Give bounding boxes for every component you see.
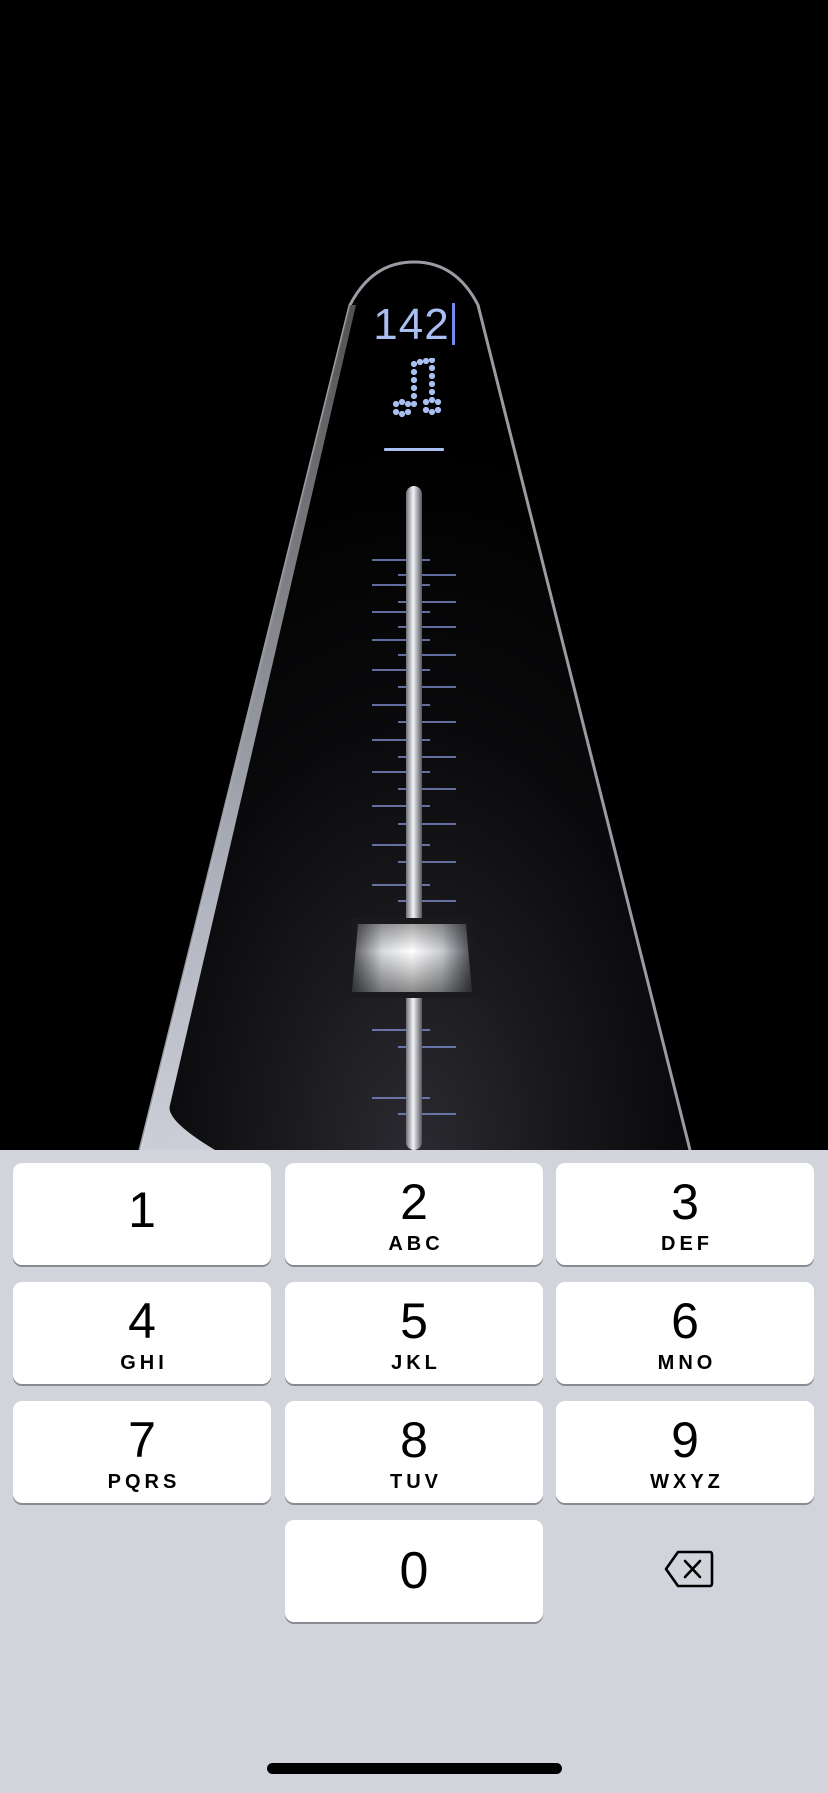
key-4[interactable]: 4 GHI bbox=[13, 1282, 271, 1384]
key-letters: ABC bbox=[388, 1233, 444, 1255]
key-9[interactable]: 9 WXYZ bbox=[556, 1401, 814, 1503]
key-8[interactable]: 8 TUV bbox=[285, 1401, 543, 1503]
tempo-field[interactable]: 142 bbox=[0, 298, 828, 352]
metronome-graphic bbox=[138, 260, 692, 1150]
number-keypad: 1 2 ABC 3 DEF 4 GHI 5 JKL 6 MNO 7 PQRS 8… bbox=[0, 1150, 828, 1793]
key-digit: 3 bbox=[671, 1174, 699, 1230]
key-3[interactable]: 3 DEF bbox=[556, 1163, 814, 1265]
backspace-icon bbox=[664, 1550, 714, 1588]
home-indicator[interactable] bbox=[267, 1763, 562, 1774]
key-6[interactable]: 6 MNO bbox=[556, 1282, 814, 1384]
key-5[interactable]: 5 JKL bbox=[285, 1282, 543, 1384]
key-0[interactable]: 0 bbox=[285, 1520, 543, 1622]
key-digit: 0 bbox=[399, 1542, 429, 1600]
key-1[interactable]: 1 bbox=[13, 1163, 271, 1265]
key-digit: 4 bbox=[128, 1293, 156, 1349]
key-digit: 6 bbox=[671, 1293, 699, 1349]
key-digit: 9 bbox=[671, 1412, 699, 1468]
key-letters: PQRS bbox=[107, 1471, 181, 1493]
metronome-screen: 142 1 2 ABC 3 DEF 4 GHI 5 JKL 6 MNO 7 PQ… bbox=[0, 0, 828, 1793]
key-letters: DEF bbox=[661, 1233, 713, 1255]
eighth-notes-icon[interactable] bbox=[386, 358, 442, 422]
metronome-body: 142 bbox=[0, 0, 828, 1150]
tempo-value: 142 bbox=[373, 300, 450, 349]
backspace-button[interactable] bbox=[556, 1518, 814, 1620]
key-digit: 2 bbox=[400, 1174, 428, 1230]
text-cursor bbox=[451, 303, 455, 345]
key-digit: 7 bbox=[128, 1412, 156, 1468]
key-letters: GHI bbox=[120, 1352, 168, 1374]
key-digit: 8 bbox=[400, 1412, 428, 1468]
key-letters: TUV bbox=[390, 1471, 442, 1493]
key-letters: JKL bbox=[391, 1352, 441, 1374]
key-letters: WXYZ bbox=[650, 1471, 724, 1493]
key-7[interactable]: 7 PQRS bbox=[13, 1401, 271, 1503]
key-letters: MNO bbox=[657, 1352, 717, 1374]
key-digit: 5 bbox=[400, 1293, 428, 1349]
key-2[interactable]: 2 ABC bbox=[285, 1163, 543, 1265]
key-digit: 1 bbox=[128, 1182, 156, 1238]
